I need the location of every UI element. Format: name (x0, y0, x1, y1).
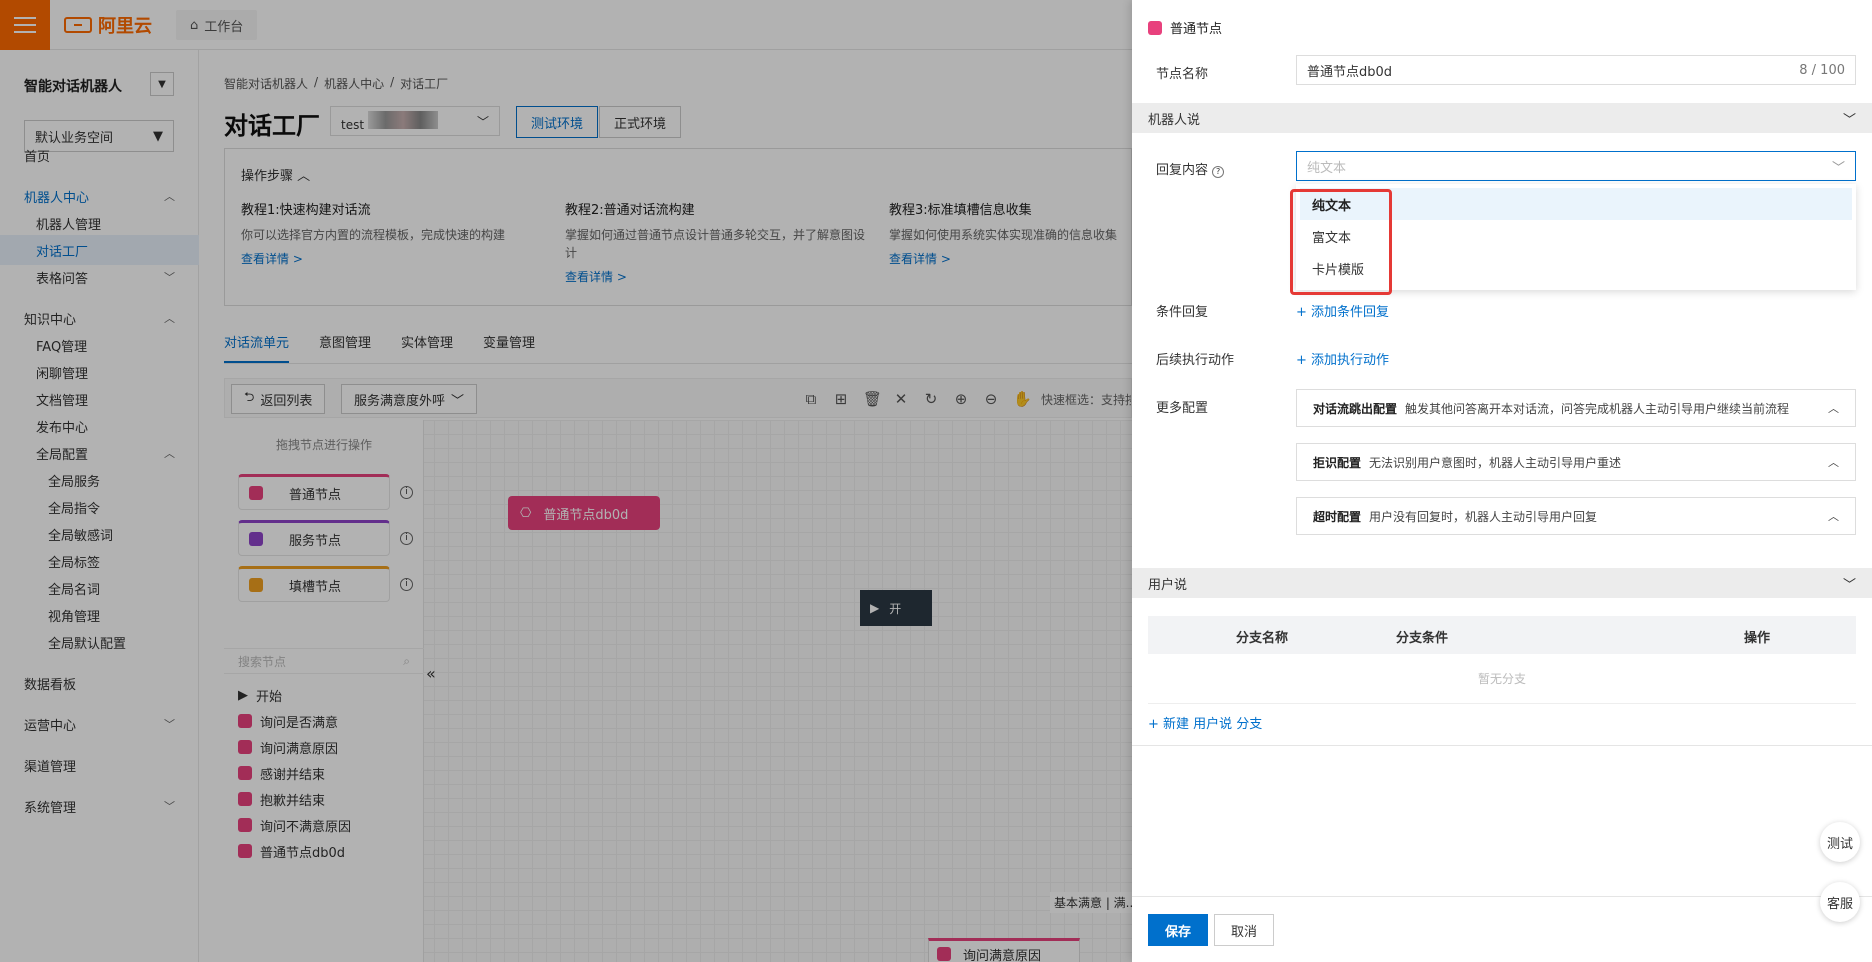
save-button[interactable]: 保存 (1148, 914, 1209, 946)
column-header: 分支名称 (1236, 631, 1289, 646)
help-icon[interactable]: ? (1212, 166, 1225, 178)
new-branch-link[interactable]: + 新建 用户说 分支 (1148, 713, 1262, 732)
config-title: 超时配置 (1313, 509, 1362, 524)
reply-type-placeholder: 纯文本 (1307, 160, 1347, 176)
conditional-reply-label: 条件回复 (1156, 305, 1209, 320)
modal-overlay[interactable] (0, 0, 1132, 962)
column-header: 操作 (1744, 631, 1771, 646)
char-count: 8 / 100 (1799, 62, 1845, 78)
config-desc: 无法识别用户意图时，机器人主动引导用户重述 (1369, 455, 1622, 470)
follow-action-label: 后续执行动作 (1156, 353, 1235, 368)
reply-content-label: 回复内容 ? (1156, 159, 1225, 178)
chevron-down-icon: ﹀ (1831, 160, 1845, 176)
reject-config[interactable]: 拒识配置 无法识别用户意图时，机器人主动引导用户重述 ︿ (1296, 443, 1856, 481)
node-name-input[interactable]: 普通节点db0d 8 / 100 (1296, 55, 1856, 85)
config-title: 对话流跳出配置 (1313, 401, 1398, 416)
customer-service-fab-button[interactable]: 客服 (1820, 882, 1860, 922)
divider (1132, 745, 1872, 746)
chevron-up-icon: ︿ (1828, 456, 1839, 469)
timeout-config[interactable]: 超时配置 用户没有回复时，机器人主动引导用户回复 ︿ (1296, 497, 1856, 535)
user-says-section[interactable]: 用户说 ﹀ (1132, 568, 1872, 598)
drawer-header: 普通节点 (1148, 18, 1222, 37)
section-title: 机器人说 (1148, 112, 1201, 128)
section-title: 用户说 (1148, 577, 1188, 593)
chevron-down-icon: ﹀ (1842, 112, 1856, 128)
highlight-box (1290, 189, 1392, 295)
column-header: 分支条件 (1396, 631, 1449, 646)
drawer-title: 普通节点 (1170, 22, 1223, 37)
reply-type-select[interactable]: 纯文本 ﹀ (1296, 151, 1856, 181)
reply-content-text: 回复内容 (1156, 163, 1209, 178)
config-desc: 用户没有回复时，机器人主动引导用户回复 (1369, 509, 1598, 524)
chevron-down-icon: ﹀ (1842, 577, 1856, 593)
node-name-value: 普通节点db0d (1307, 64, 1393, 80)
robot-says-section[interactable]: 机器人说 ﹀ (1132, 103, 1872, 133)
chevron-up-icon: ︿ (1828, 402, 1839, 415)
node-name-label: 节点名称 (1156, 67, 1209, 82)
empty-branches: 暂无分支 (1148, 654, 1856, 704)
config-desc: 触发其他问答离开本对话流，问答完成机器人主动引导用户继续当前流程 (1405, 401, 1790, 416)
cancel-button[interactable]: 取消 (1214, 914, 1275, 946)
node-config-drawer: 普通节点 节点名称 普通节点db0d 8 / 100 机器人说 ﹀ 回复内容 ? 纯… (1132, 0, 1872, 962)
config-title: 拒识配置 (1313, 455, 1362, 470)
jump-out-config[interactable]: 对话流跳出配置 触发其他问答离开本对话流，问答完成机器人主动引导用户继续当前流程 ︿ (1296, 389, 1856, 427)
add-conditional-reply-link[interactable]: + 添加条件回复 (1296, 301, 1389, 320)
branch-table-header: 分支名称 分支条件 操作 (1148, 616, 1856, 654)
chevron-up-icon: ︿ (1828, 510, 1839, 523)
robot-icon (1148, 20, 1162, 35)
test-fab-button[interactable]: 测试 (1820, 822, 1860, 862)
more-config-label: 更多配置 (1156, 401, 1209, 416)
add-action-link[interactable]: + 添加执行动作 (1296, 349, 1389, 368)
divider (1132, 896, 1872, 897)
